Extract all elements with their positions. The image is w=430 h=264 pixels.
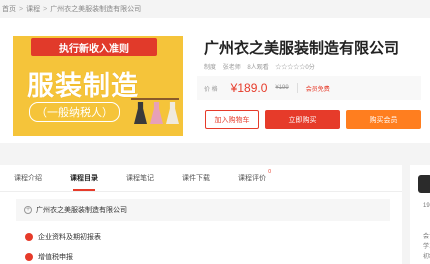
lesson-item[interactable]: 企业资料及期初报表 (25, 232, 101, 242)
product-title: 广州衣之美服装制造有限公司 (204, 40, 400, 57)
tab-catalog[interactable]: 课程目录 (70, 173, 98, 183)
clothes-rack-icon (131, 98, 179, 100)
add-to-cart-button[interactable]: 加入购物车 (205, 110, 259, 129)
catalog-panel: + 广州衣之美服装制造有限公司 企业资料及期初报表 增值税申报 (0, 192, 402, 264)
meta-category: 制度 (204, 65, 217, 71)
product-panel: 执行新收入准则 服装制造 （一般纳税人） 广州衣之美服装制造有限公司 制度 张老… (0, 18, 430, 143)
side-text: 学习 (423, 244, 430, 250)
course-tabs: 课程介绍 课程目录 课程笔记 课件下载 课程评价 0 (0, 165, 402, 192)
member-free-link[interactable]: 会员免费 (306, 84, 330, 93)
tab-downloads[interactable]: 课件下载 (182, 173, 210, 183)
side-text: 初级 (423, 254, 430, 260)
original-price: ¥199 (275, 85, 289, 91)
lesson-title: 企业资料及期初报表 (38, 234, 101, 241)
play-icon (25, 233, 33, 241)
breadcrumb-current[interactable]: 广州衣之美服装制造有限公司 (50, 4, 141, 14)
play-icon (25, 253, 33, 261)
banner-ribbon: 执行新收入准则 (31, 38, 157, 56)
breadcrumb-separator: > (43, 5, 48, 13)
course-banner-image: 执行新收入准则 服装制造 （一般纳税人） (13, 36, 183, 136)
tab-notes[interactable]: 课程笔记 (126, 173, 154, 183)
breadcrumb-courses[interactable]: 课程 (26, 4, 40, 14)
tab-reviews-label: 课程评价 (238, 175, 266, 182)
side-text: 会计 (423, 234, 430, 240)
chapter-title: 广州衣之美服装制造有限公司 (36, 207, 127, 214)
active-tab-indicator (73, 189, 95, 191)
lesson-item[interactable]: 增值税申报 (25, 252, 73, 262)
dress-icon (134, 102, 147, 124)
breadcrumb-home[interactable]: 首页 (2, 4, 16, 14)
banner-title: 服装制造 (27, 71, 139, 101)
dress-icon (166, 102, 179, 124)
current-price: ¥189.0 (230, 81, 268, 95)
tab-intro[interactable]: 课程介绍 (14, 173, 42, 183)
divider (296, 83, 298, 93)
expand-icon: + (24, 206, 32, 214)
dress-icon (150, 102, 163, 124)
price-label: 价 格 (204, 86, 218, 93)
review-count-badge: 0 (268, 169, 271, 175)
side-text: 19 (423, 203, 430, 209)
banner-subtitle: （一般纳税人） (29, 102, 120, 122)
breadcrumb: 首页 > 课程 > 广州衣之美服装制造有限公司 (0, 0, 430, 18)
product-meta: 制度 张老师 8人观看 ☆☆☆☆☆0分 (204, 62, 320, 71)
meta-author: 张老师 (222, 65, 241, 71)
teacher-panel: 19 会计 学习 初级 (410, 165, 430, 264)
breadcrumb-separator: > (19, 5, 24, 13)
price-box: 价 格 ¥189.0 ¥199 会员免费 (197, 76, 421, 100)
buy-now-button[interactable]: 立即购买 (265, 110, 340, 129)
buy-membership-button[interactable]: 购买会员 (346, 110, 421, 129)
lesson-title: 增值税申报 (38, 254, 73, 261)
meta-views: 8人观看 (247, 65, 269, 71)
meta-rating: ☆☆☆☆☆0分 (275, 65, 315, 71)
teacher-avatar (418, 175, 430, 193)
tab-reviews[interactable]: 课程评价 0 (238, 169, 271, 183)
chapter-header[interactable]: + 广州衣之美服装制造有限公司 (16, 199, 390, 221)
